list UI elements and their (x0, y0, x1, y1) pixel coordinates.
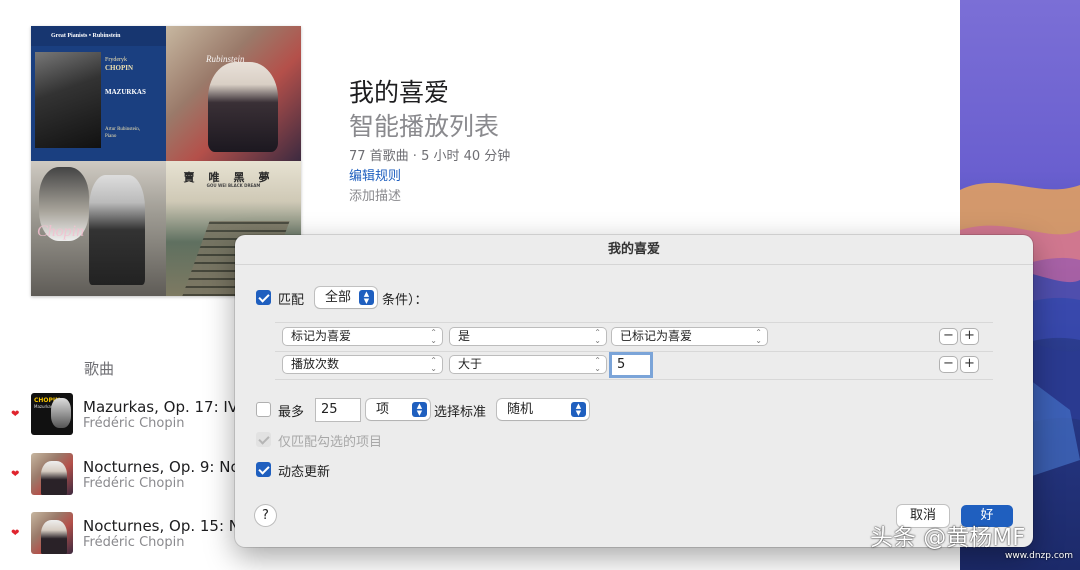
selected-by-value: 随机 (507, 402, 534, 417)
limit-label: 最多 (278, 405, 305, 420)
artwork-figure (89, 175, 145, 285)
artwork-subtitle: GOU WEI BLACK DREAM (206, 183, 261, 188)
artwork-figure (208, 62, 278, 152)
rule-field-select[interactable]: 播放次数 ⌃ ⌄ (283, 356, 442, 373)
rule-value-select[interactable]: 已标记为喜爱 ⌃ ⌄ (612, 328, 767, 345)
song-title: Mazurkas, Op. 17: IV. (83, 398, 241, 416)
match-value: 全部 (325, 290, 352, 305)
limit-count-input[interactable]: 25 (316, 399, 360, 421)
song-artwork-figure (41, 520, 67, 554)
heart-icon[interactable]: ❤ (11, 469, 19, 480)
rule-operator-value: 是 (458, 329, 471, 343)
heart-icon[interactable]: ❤ (11, 528, 19, 539)
watermark: 头条 @黄杨MF (870, 525, 1026, 551)
selected-by-label: 选择标准 (434, 405, 487, 420)
song-artwork (31, 512, 73, 554)
playlist-meta: 77 首歌曲 · 5 小时 40 分钟 (349, 149, 511, 164)
rule-operator-select[interactable]: 是 ⌃ ⌄ (450, 328, 606, 345)
updown-icon: ⌃ ⌄ (755, 328, 762, 345)
remove-rule-button[interactable]: − (940, 357, 957, 372)
rule-operator-select[interactable]: 大于 ⌃ ⌄ (450, 356, 606, 373)
song-artist: Frédéric Chopin (83, 476, 185, 491)
artwork-first-name: Fryderyk (105, 57, 127, 63)
live-update-checkbox[interactable] (256, 462, 271, 477)
rule-value-input[interactable]: 5 (612, 355, 650, 375)
song-row[interactable]: ❤ Nocturnes, Op. 9: No Frédéric Chopin (0, 452, 240, 508)
song-artwork-figure (51, 398, 71, 428)
limit-unit-popup[interactable]: 项 ▲ ▼ (366, 399, 430, 420)
artwork-band: Great Pianists • Rubinstein (31, 26, 166, 46)
add-rule-button[interactable]: + (961, 357, 978, 372)
artwork-performer-name: Artur Rubinstein, (105, 127, 140, 132)
rules-list: 标记为喜爱 ⌃ ⌄ 是 ⌃ ⌄ 已标记为喜爱 ⌃ ⌄ − + 播放次数 ⌃ ⌄ 大于 ⌃ ⌄ 5 −… (275, 322, 993, 380)
remove-rule-button[interactable]: − (940, 329, 957, 344)
artwork-performer: Artur Rubinstein, Piano (105, 126, 140, 140)
artwork-performer-instrument: Piano (105, 134, 117, 139)
song-title: Nocturnes, Op. 9: No (83, 458, 240, 476)
live-update-label: 动态更新 (278, 465, 331, 480)
updown-icon: ⌃ ⌄ (430, 356, 437, 373)
song-row[interactable]: ❤ CHOPIN Mazurkas Mazurkas, Op. 17: IV. … (0, 392, 241, 448)
song-artwork (31, 453, 73, 495)
rule-operator-value: 大于 (458, 357, 483, 371)
dialog-title: 我的喜爱 (235, 235, 1033, 265)
song-artwork-figure (41, 461, 67, 495)
artwork-mazurkas: MAZURKAS (105, 88, 146, 96)
limit-checkbox[interactable] (256, 402, 271, 417)
rule-value: 已标记为喜爱 (620, 329, 693, 343)
song-row[interactable]: ❤ Nocturnes, Op. 15: N Frédéric Chopin (0, 511, 240, 567)
rule-field-select[interactable]: 标记为喜爱 ⌃ ⌄ (283, 328, 442, 345)
edit-rules-link[interactable]: 编辑规则 (349, 165, 401, 184)
updown-icon: ▲ ▼ (412, 402, 427, 417)
selected-by-popup[interactable]: 随机 ▲ ▼ (497, 399, 589, 420)
match-popup[interactable]: 全部 ▲ ▼ (315, 287, 377, 308)
song-artwork: CHOPIN Mazurkas (31, 393, 73, 435)
artwork-title: Chopin (37, 223, 85, 240)
artwork-tile-rubinstein: Rubinstein (166, 26, 301, 161)
watermark-url: www.dnzp.com (1005, 551, 1074, 561)
rule-field-value: 播放次数 (291, 357, 340, 371)
artwork-tile-chopin: Chopin (31, 161, 166, 296)
song-title: Nocturnes, Op. 15: N (83, 517, 241, 535)
add-description-link[interactable]: 添加描述 (349, 185, 401, 204)
artwork-last-name: CHOPIN (105, 64, 133, 72)
match-checkbox[interactable] (256, 290, 271, 305)
checked-only-checkbox (256, 432, 271, 447)
updown-icon: ⌃ ⌄ (594, 328, 601, 345)
checked-only-label: 仅匹配勾选的项目 (278, 435, 383, 450)
limit-unit-value: 项 (376, 402, 390, 417)
updown-icon: ⌃ ⌄ (430, 328, 437, 345)
song-artist: Frédéric Chopin (83, 416, 185, 431)
updown-icon: ⌃ ⌄ (594, 356, 601, 373)
songs-header: 歌曲 (84, 360, 115, 378)
artwork-tile-chopin-mazurkas: Great Pianists • Rubinstein Fryderyk CHO… (31, 26, 166, 161)
rule-field-value: 标记为喜爱 (291, 329, 352, 343)
artwork-composer: Fryderyk CHOPIN (105, 56, 133, 72)
match-label: 匹配 (278, 293, 305, 308)
song-artist: Frédéric Chopin (83, 535, 185, 550)
add-rule-button[interactable]: + (961, 329, 978, 344)
playlist-subtitle: 智能播放列表 (349, 112, 500, 141)
help-button[interactable]: ? (255, 505, 276, 526)
rules-divider (275, 351, 993, 352)
updown-icon: ▲ ▼ (359, 290, 374, 305)
heart-icon[interactable]: ❤ (11, 409, 19, 420)
updown-icon: ▲ ▼ (571, 402, 586, 417)
match-suffix: 条件）： (382, 293, 428, 308)
playlist-title: 我的喜爱 (349, 78, 450, 107)
artwork-portrait (35, 52, 101, 148)
smart-playlist-dialog: 我的喜爱 匹配 全部 ▲ ▼ 条件）： 标记为喜爱 ⌃ ⌄ 是 ⌃ ⌄ 已标记为喜爱 ⌃ ⌄ … (235, 235, 1033, 547)
